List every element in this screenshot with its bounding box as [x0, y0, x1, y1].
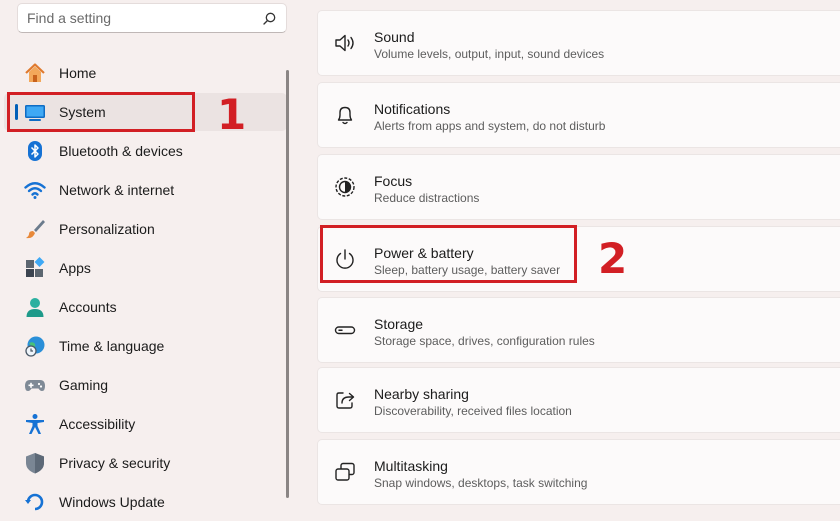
settings-card-notifications[interactable]: Notifications Alerts from apps and syste… — [317, 82, 840, 148]
sidebar-scrollbar[interactable] — [286, 70, 289, 498]
settings-card-multitasking[interactable]: Multitasking Snap windows, desktops, tas… — [317, 439, 840, 505]
card-title: Focus — [374, 173, 413, 189]
card-title: Notifications — [374, 101, 451, 117]
storage-drive-icon — [334, 326, 356, 335]
sidebar-item-accessibility[interactable]: Accessibility — [4, 405, 287, 443]
sidebar-item-label: Personalization — [59, 221, 155, 237]
sidebar-item-label: Accounts — [59, 299, 117, 315]
settings-card-storage[interactable]: Storage Storage space, drives, configura… — [317, 297, 840, 363]
sidebar-item-label: Time & language — [59, 338, 165, 354]
accessibility-icon — [26, 414, 44, 434]
sidebar-item-label: Network & internet — [59, 182, 175, 198]
sidebar-item-network[interactable]: Network & internet — [4, 171, 287, 209]
step-marker-2: 2 — [598, 234, 628, 283]
card-title: Multitasking — [374, 458, 448, 474]
sidebar-item-apps[interactable]: Apps — [4, 249, 287, 287]
search-icon[interactable] — [263, 12, 276, 25]
sidebar-item-label: Accessibility — [59, 416, 136, 432]
apps-icon — [26, 257, 45, 277]
person-icon — [26, 298, 44, 317]
gamepad-icon — [25, 380, 45, 391]
sidebar-item-windows-update[interactable]: Windows Update — [4, 483, 287, 521]
wifi-icon — [24, 182, 46, 199]
card-subtitle: Volume levels, output, input, sound devi… — [374, 47, 605, 61]
sidebar-item-label: Windows Update — [59, 494, 165, 510]
sidebar-item-label: Privacy & security — [59, 455, 171, 471]
speaker-icon — [335, 34, 354, 52]
settings-card-sound[interactable]: Sound Volume levels, output, input, soun… — [317, 10, 840, 76]
sidebar-item-gaming[interactable]: Gaming — [4, 366, 287, 404]
bluetooth-icon — [28, 141, 42, 161]
bell-icon — [337, 106, 353, 125]
step-marker-1: 1 — [217, 90, 247, 139]
highlight-box-system — [7, 92, 195, 132]
share-icon — [336, 392, 355, 409]
settings-card-focus[interactable]: Focus Reduce distractions — [317, 154, 840, 220]
sidebar-item-label: Apps — [59, 260, 91, 276]
home-icon — [25, 63, 45, 82]
settings-card-nearby-sharing[interactable]: Nearby sharing Discoverability, received… — [317, 367, 840, 433]
card-title: Nearby sharing — [374, 386, 469, 402]
sidebar-item-label: Gaming — [59, 377, 109, 393]
search-box[interactable] — [17, 3, 287, 33]
card-subtitle: Snap windows, desktops, task switching — [374, 476, 588, 490]
sidebar-item-accounts[interactable]: Accounts — [4, 288, 287, 326]
card-subtitle: Alerts from apps and system, do not dist… — [374, 119, 606, 133]
highlight-box-power-battery — [320, 225, 577, 283]
sidebar-item-time-language[interactable]: Time & language — [4, 327, 287, 365]
sidebar-item-privacy[interactable]: Privacy & security — [4, 444, 287, 482]
sidebar-item-label: Bluetooth & devices — [59, 143, 183, 159]
sidebar-item-home[interactable]: Home — [4, 54, 287, 92]
focus-icon — [335, 177, 355, 197]
sidebar-item-personalization[interactable]: Personalization — [4, 210, 287, 248]
sidebar-item-label: Home — [59, 65, 97, 81]
card-subtitle: Discoverability, received files location — [374, 404, 572, 418]
card-subtitle: Reduce distractions — [374, 191, 480, 205]
shield-icon — [26, 453, 44, 474]
paintbrush-icon — [26, 220, 45, 239]
multitasking-icon — [335, 462, 355, 481]
globe-clock-icon — [25, 336, 45, 357]
search-input[interactable] — [27, 9, 252, 27]
card-title: Storage — [374, 316, 424, 332]
update-icon — [25, 493, 44, 511]
card-title: Sound — [374, 29, 415, 45]
card-subtitle: Storage space, drives, configuration rul… — [374, 334, 595, 348]
